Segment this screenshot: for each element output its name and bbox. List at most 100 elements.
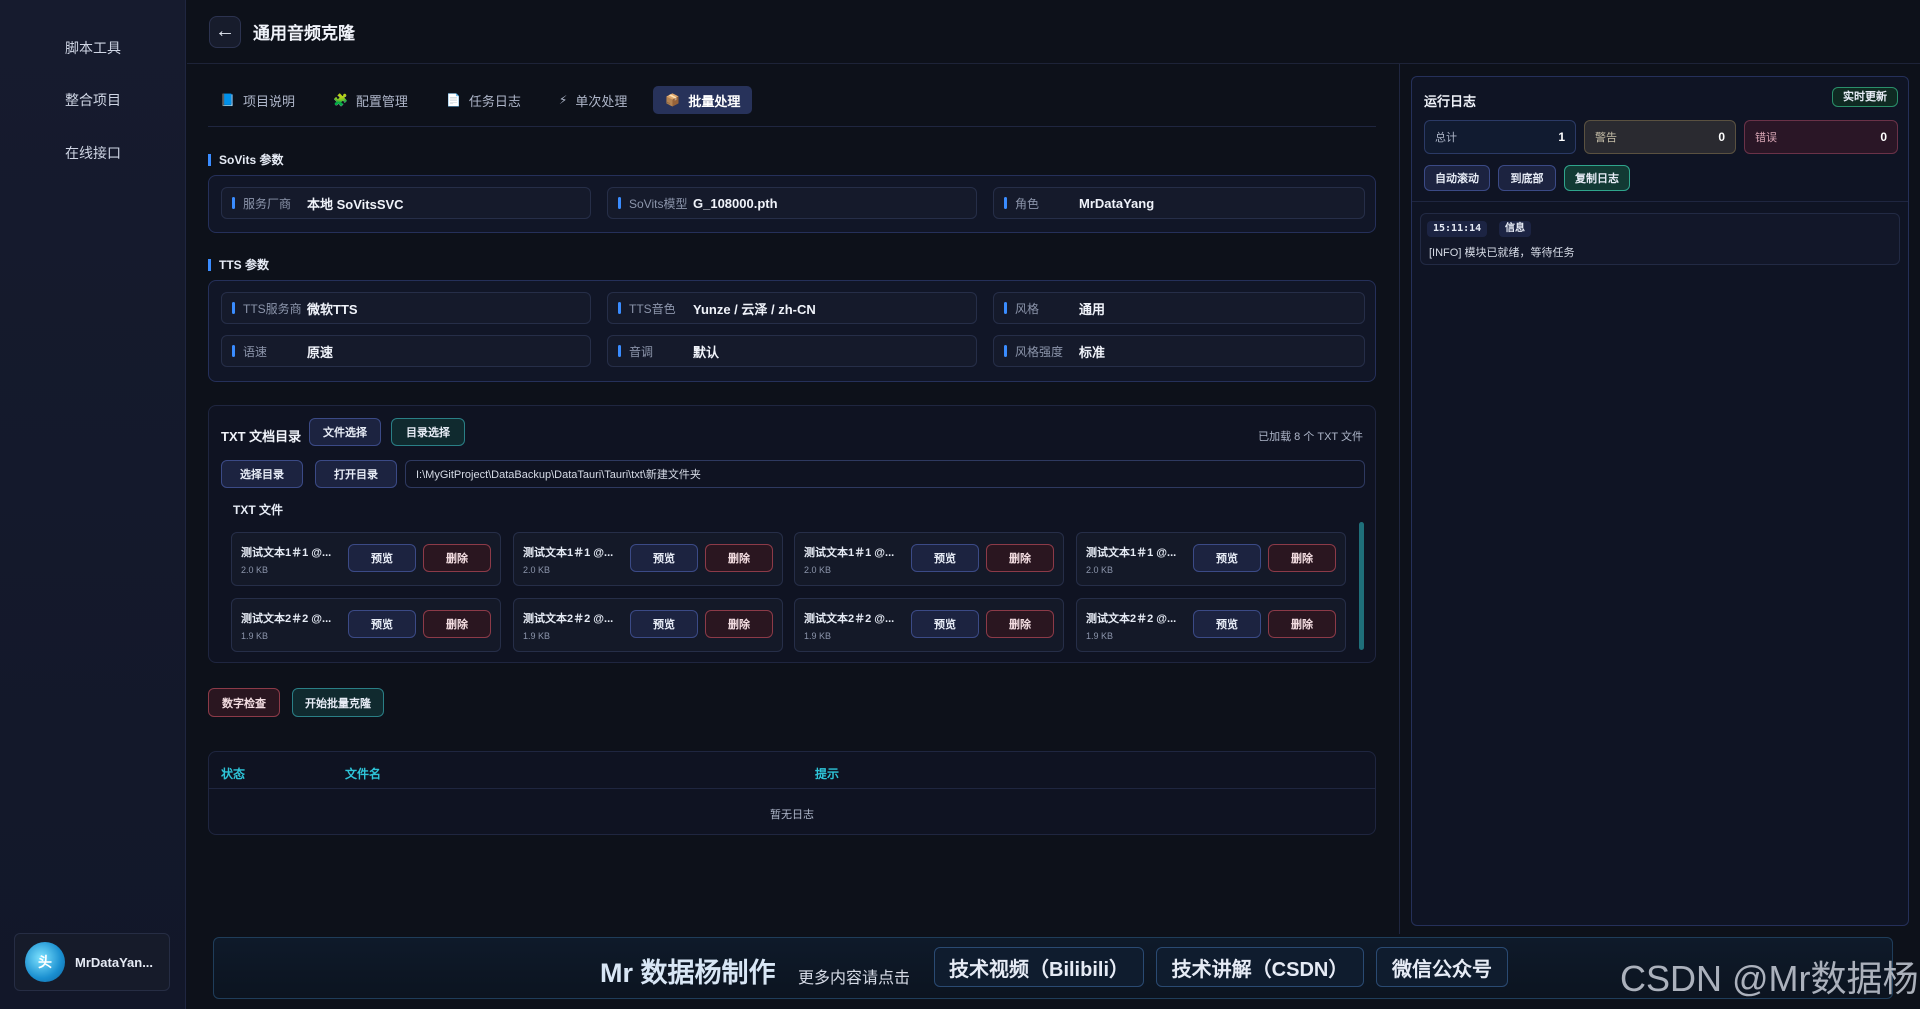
open-dir-button[interactable]: 打开目录 [315, 460, 397, 488]
start-batch-button[interactable]: 开始批量克隆 [292, 688, 384, 717]
tab-config[interactable]: 🧩 配置管理 [321, 86, 420, 114]
file-size: 1.9 KB [523, 631, 551, 641]
choose-dir-button[interactable]: 选择目录 [221, 460, 303, 488]
sovits-panel: 服务厂商 本地 SoVitsSVC SoVits模型 G_108000.pth … [208, 175, 1376, 233]
file-size: 1.9 KB [1086, 631, 1114, 641]
tts-vendor-field[interactable]: TTS服务商 微软TTS [221, 292, 591, 324]
path-input[interactable]: I:\MyGitProject\DataBackup\DataTauri\Tau… [405, 460, 1365, 488]
field-label: 服务厂商 [243, 196, 292, 211]
auto-scroll-button[interactable]: 自动滚动 [1424, 165, 1490, 191]
scroll-bottom-button[interactable]: 到底部 [1498, 165, 1556, 191]
file-name: 测试文本1＃1 @... [804, 547, 895, 559]
log-entry: 15:11:14 信息 [INFO] 模块已就绪，等待任务 [1420, 213, 1900, 265]
preview-button[interactable]: 预览 [348, 544, 416, 572]
log-message: [INFO] 模块已就绪，等待任务 [1429, 247, 1575, 259]
tab-project-info[interactable]: 📘 项目说明 [208, 86, 307, 114]
file-size: 2.0 KB [804, 565, 832, 575]
preview-button[interactable]: 预览 [630, 610, 698, 638]
file-name: 测试文本2＃2 @... [804, 613, 895, 625]
package-icon: 📦 [665, 93, 681, 107]
delete-button[interactable]: 删除 [705, 544, 773, 572]
watermark: CSDN @Mr数据杨 [1620, 958, 1919, 999]
preview-button[interactable]: 预览 [630, 544, 698, 572]
vendor-field[interactable]: 服务厂商 本地 SoVitsSVC [221, 187, 591, 219]
accent-bar [618, 197, 621, 209]
file-card: 测试文本1＃1 @... 2.0 KB 预览 删除 [513, 532, 783, 586]
tab-task-log[interactable]: 📄 任务日志 [434, 86, 533, 114]
preview-button[interactable]: 预览 [1193, 544, 1261, 572]
sidebar-item-script-tools[interactable]: 脚本工具 [0, 38, 186, 58]
preview-button[interactable]: 预览 [911, 544, 979, 572]
dir-select-button[interactable]: 目录选择 [391, 418, 465, 446]
scrollbar[interactable] [1359, 522, 1364, 650]
realtime-badge: 实时更新 [1832, 87, 1898, 107]
field-value: G_108000.pth [693, 195, 778, 211]
digit-check-button[interactable]: 数字检查 [208, 688, 280, 717]
tab-label: 任务日志 [468, 93, 521, 109]
user-card[interactable]: 头 MrDataYan... [14, 933, 170, 991]
lightning-icon: ⚡ [558, 93, 568, 107]
file-card: 测试文本1＃1 @... 2.0 KB 预览 删除 [1076, 532, 1346, 586]
field-label: 风格 [1015, 301, 1040, 316]
stat-warning: 警告 0 [1584, 120, 1736, 154]
sidebar-item-online-api[interactable]: 在线接口 [0, 143, 186, 163]
csdn-link[interactable]: 技术讲解（CSDN） [1156, 947, 1364, 987]
preview-button[interactable]: 预览 [348, 610, 416, 638]
header: ← 通用音频克隆 [187, 0, 1920, 64]
file-name: 测试文本1＃1 @... [241, 547, 332, 559]
stat-value: 0 [1880, 130, 1887, 144]
file-name: 测试文本2＃2 @... [241, 613, 332, 625]
tts-pitch-field[interactable]: 音调 默认 [607, 335, 977, 367]
stat-total: 总计 1 [1424, 120, 1576, 154]
file-size: 2.0 KB [1086, 565, 1114, 575]
preview-button[interactable]: 预览 [911, 610, 979, 638]
log-level: 信息 [1499, 221, 1531, 237]
file-card: 测试文本2＃2 @... 1.9 KB 预览 删除 [231, 598, 501, 652]
delete-button[interactable]: 删除 [986, 610, 1054, 638]
delete-button[interactable]: 删除 [986, 544, 1054, 572]
book-icon: 📘 [220, 93, 235, 107]
sidebar-item-integrated-projects[interactable]: 整合项目 [0, 90, 186, 110]
file-size: 1.9 KB [804, 631, 832, 641]
tab-bar: 📘 项目说明 🧩 配置管理 📄 任务日志 ⚡ 单次处理 📦 批量处理 [208, 86, 1376, 127]
preview-button[interactable]: 预览 [1193, 610, 1261, 638]
tts-intensity-field[interactable]: 风格强度 标准 [993, 335, 1365, 367]
col-filename: 文件名 [345, 767, 382, 781]
field-value: 本地 SoVitsSVC [307, 196, 404, 212]
file-card: 测试文本2＃2 @... 1.9 KB 预览 删除 [1076, 598, 1346, 652]
file-card: 测试文本1＃1 @... 2.0 KB 预览 删除 [231, 532, 501, 586]
role-field[interactable]: 角色 MrDataYang [993, 187, 1365, 219]
tts-voice-field[interactable]: TTS音色 Yunze / 云泽 / zh-CN [607, 292, 977, 324]
tab-label: 项目说明 [242, 93, 295, 109]
stat-label: 警告 [1595, 132, 1617, 144]
stat-label: 总计 [1435, 132, 1457, 144]
delete-button[interactable]: 删除 [1268, 610, 1336, 638]
file-card: 测试文本1＃1 @... 2.0 KB 预览 删除 [794, 532, 1064, 586]
wechat-link[interactable]: 微信公众号 [1376, 947, 1508, 987]
document-icon: 📄 [445, 93, 461, 107]
stat-value: 1 [1558, 130, 1565, 144]
delete-button[interactable]: 删除 [423, 610, 491, 638]
field-value: 默认 [693, 344, 720, 360]
model-field[interactable]: SoVits模型 G_108000.pth [607, 187, 977, 219]
delete-button[interactable]: 删除 [1268, 544, 1336, 572]
file-select-button[interactable]: 文件选择 [309, 418, 381, 446]
copy-log-button[interactable]: 复制日志 [1564, 165, 1630, 191]
delete-button[interactable]: 删除 [423, 544, 491, 572]
tts-rate-field[interactable]: 语速 原速 [221, 335, 591, 367]
table-divider [209, 788, 1375, 789]
back-arrow-icon[interactable]: ← [209, 15, 241, 48]
delete-button[interactable]: 删除 [705, 610, 773, 638]
tts-style-field[interactable]: 风格 通用 [993, 292, 1365, 324]
txt-files-title: TXT 文件 [233, 503, 283, 517]
field-label: 角色 [1015, 196, 1040, 211]
file-card: 测试文本2＃2 @... 1.9 KB 预览 删除 [513, 598, 783, 652]
field-value: 原速 [307, 344, 334, 360]
log-panel: 运行日志 实时更新 总计 1 警告 0 错误 0 自动滚动 到底部 复制日志 1… [1411, 76, 1909, 926]
tab-single[interactable]: ⚡ 单次处理 [547, 86, 639, 114]
log-time: 15:11:14 [1427, 221, 1488, 237]
sovits-section-title: SoVits 参数 [208, 154, 283, 166]
file-size: 2.0 KB [523, 565, 551, 575]
tab-batch[interactable]: 📦 批量处理 [653, 86, 753, 114]
bilibili-link[interactable]: 技术视频（Bilibili） [934, 947, 1144, 987]
